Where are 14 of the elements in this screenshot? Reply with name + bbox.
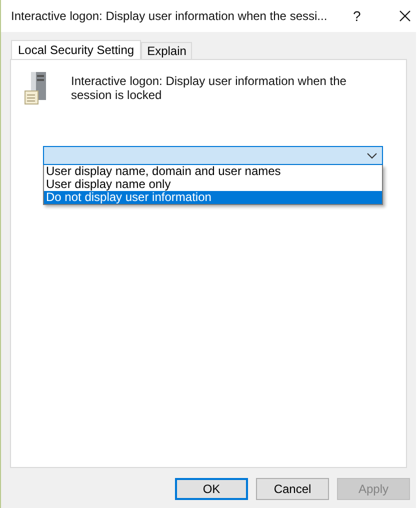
dialog-button[interactable]: OK [175, 478, 248, 500]
tab[interactable]: Explain [141, 42, 192, 59]
dropdown-option[interactable]: User display name only [44, 178, 382, 191]
help-button[interactable]: ? [349, 8, 365, 24]
dropdown[interactable] [43, 146, 383, 165]
dropdown-option[interactable]: User display name, domain and user names [44, 165, 382, 178]
close-button[interactable] [396, 8, 413, 24]
window-title: Interactive logon: Display user information when the sessi... [11, 9, 328, 23]
setting-description: Interactive logon: Display user information when the session is locked [71, 74, 348, 102]
chevron-icon [367, 152, 377, 158]
server-icon [24, 71, 48, 105]
tab[interactable]: Local Security Setting [11, 40, 142, 59]
dialog-button[interactable]: Cancel [256, 478, 329, 500]
dropdown-option[interactable]: Do not display user information [44, 191, 382, 204]
